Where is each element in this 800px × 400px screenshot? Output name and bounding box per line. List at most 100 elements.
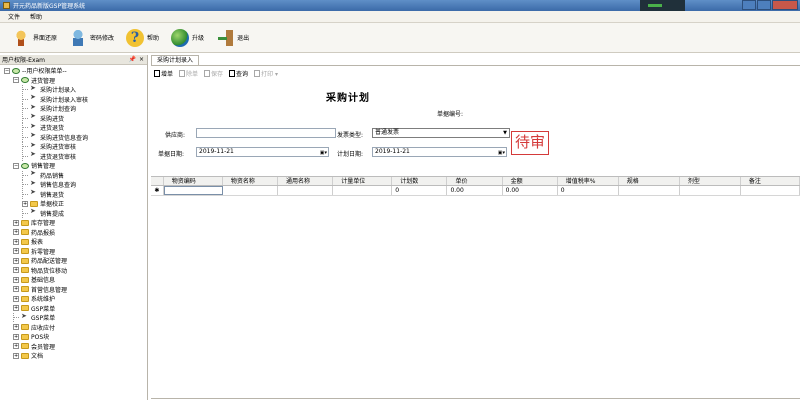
expand-icon[interactable]: + [13, 343, 19, 350]
expand-icon[interactable]: + [13, 333, 19, 340]
expand-icon[interactable]: + [13, 324, 19, 331]
table-cell[interactable] [278, 186, 334, 195]
table-cell[interactable] [741, 186, 800, 195]
change-password-button[interactable]: 密码修改 [69, 27, 114, 49]
tree-item[interactable]: − 销售管理 [0, 161, 147, 171]
tree-item[interactable]: + 会员管理 [0, 342, 147, 352]
table-cell[interactable]: 0 [558, 186, 619, 195]
tree-item[interactable]: 药品销售 [0, 169, 147, 181]
tree-item[interactable]: + 库存管理 [0, 218, 147, 228]
tree-item[interactable]: + 拆零管理 [0, 247, 147, 257]
tree-item[interactable]: + 药品报损 [0, 228, 147, 238]
tree-item[interactable]: GSP菜单 [0, 312, 147, 323]
tree-item[interactable]: 销售退货 [0, 188, 147, 200]
menu-bar: 文件 帮助 [0, 11, 800, 23]
invoice-type-select[interactable]: 普通发票 ▼ [372, 128, 510, 138]
tree-item[interactable]: + 药品配送管理 [0, 256, 147, 266]
tab-purchase-plan-entry[interactable]: 采购计划录入 [151, 55, 199, 65]
tree-item[interactable]: + 基础信息 [0, 275, 147, 285]
column-header[interactable]: 规格 [619, 177, 680, 185]
expand-icon[interactable]: + [13, 229, 19, 236]
upgrade-button[interactable]: 升级 [171, 27, 204, 49]
column-header[interactable]: 增值税率% [558, 177, 619, 185]
expand-icon[interactable]: + [13, 238, 19, 245]
tree-item[interactable]: 进货退货 [0, 122, 147, 133]
column-header[interactable]: 剂型 [680, 177, 741, 185]
expand-icon[interactable]: + [13, 267, 19, 274]
tree-item[interactable]: + 应收应付 [0, 323, 147, 333]
tree-item[interactable]: + 文档 [0, 351, 147, 361]
pin-icon[interactable]: 📌 [129, 56, 136, 63]
tree-connector [22, 151, 28, 161]
tree-item[interactable]: 采购计划录入审核 [0, 93, 147, 105]
print-button[interactable]: 打印 ▾ [254, 69, 278, 78]
table-cell[interactable] [680, 186, 741, 195]
tree-item[interactable]: 采购进货审核 [0, 141, 147, 152]
add-document-button[interactable]: 增单 [154, 69, 173, 78]
expand-icon[interactable]: + [13, 305, 19, 312]
minimize-button[interactable] [742, 0, 756, 10]
column-header[interactable]: 金额 [503, 177, 558, 185]
tree-item[interactable]: 销售提成 [0, 207, 147, 219]
expand-icon[interactable]: + [13, 295, 19, 302]
expand-icon[interactable]: + [13, 257, 19, 264]
plan-date-picker[interactable]: 2019-11-21 ▣▾ [372, 147, 507, 157]
help-label: 帮助 [147, 35, 160, 42]
supplier-field[interactable] [196, 128, 336, 138]
column-header[interactable]: 备注 [741, 177, 800, 185]
column-header[interactable]: 物资名称 [223, 177, 279, 185]
table-cell[interactable] [333, 186, 393, 195]
table-cell[interactable]: 0.00 [447, 186, 503, 195]
tree-item[interactable]: + POS块 [0, 332, 147, 342]
table-cell[interactable] [163, 186, 223, 195]
tree-item[interactable]: − --用户权限菜单-- [0, 66, 147, 76]
restore-layout-button[interactable]: 界面还原 [12, 27, 57, 49]
expand-icon[interactable]: + [13, 286, 19, 293]
collapse-icon[interactable]: − [4, 67, 10, 74]
collapse-icon[interactable]: − [13, 77, 19, 84]
doc-date-picker[interactable]: 2019-11-21 ▣▾ [196, 147, 329, 157]
save-button[interactable]: 保存 [204, 69, 223, 78]
tree-item[interactable]: 销售信息查询 [0, 179, 147, 190]
menu-help[interactable]: 帮助 [30, 12, 42, 21]
column-header[interactable]: 单价 [447, 177, 503, 185]
tree-item-label: 采购进货信息查询 [40, 134, 89, 142]
query-button[interactable]: 查询 [229, 69, 248, 78]
expand-icon[interactable]: + [13, 352, 19, 359]
tree-item[interactable]: 进货退货审核 [0, 150, 147, 162]
column-header[interactable]: 计量单位 [333, 177, 393, 185]
menu-file[interactable]: 文件 [8, 12, 20, 21]
help-button[interactable]: ? 帮助 [126, 27, 159, 49]
tree-item[interactable]: + 首营信息管理 [0, 285, 147, 295]
column-header[interactable]: 计划数 [392, 177, 448, 185]
tree-item[interactable]: + 单据校正 [0, 199, 147, 209]
tree-item[interactable]: + 报表 [0, 237, 147, 247]
expand-icon[interactable]: + [13, 276, 19, 283]
plan-date-label: 计划日期: [337, 151, 364, 158]
tree-item[interactable]: 采购计划查询 [0, 103, 147, 114]
folder-icon [30, 200, 38, 207]
folder-icon [21, 305, 29, 312]
table-cell[interactable]: 0 [392, 186, 448, 195]
table-cell[interactable]: 0.00 [503, 186, 558, 195]
close-window-button[interactable] [772, 0, 798, 10]
tree-item[interactable]: − 进货管理 [0, 76, 147, 86]
table-cell[interactable] [223, 186, 279, 195]
maximize-button[interactable] [757, 0, 771, 10]
tree-item[interactable]: 采购进货 [0, 112, 147, 124]
delete-document-button[interactable]: 除单 [179, 69, 198, 78]
expand-icon[interactable]: + [13, 219, 19, 226]
tree-item[interactable]: + 物品货位移动 [0, 266, 147, 276]
tree-item[interactable]: 采购计划录入 [0, 84, 147, 95]
tree-item[interactable]: 采购进货信息查询 [0, 131, 147, 143]
column-header[interactable]: 通用名称 [278, 177, 334, 185]
table-row[interactable]: ✱ 0 0.00 0.00 0 [151, 186, 800, 196]
expand-icon[interactable]: + [13, 248, 19, 255]
table-cell[interactable] [619, 186, 680, 195]
collapse-icon[interactable]: − [13, 162, 19, 169]
tree-item[interactable]: + 系统维护 [0, 294, 147, 304]
exit-button[interactable]: 退出 [216, 27, 249, 49]
column-header[interactable]: 物资编码 [164, 177, 223, 185]
expand-icon[interactable]: + [22, 200, 28, 207]
close-icon[interactable]: × [139, 56, 144, 63]
